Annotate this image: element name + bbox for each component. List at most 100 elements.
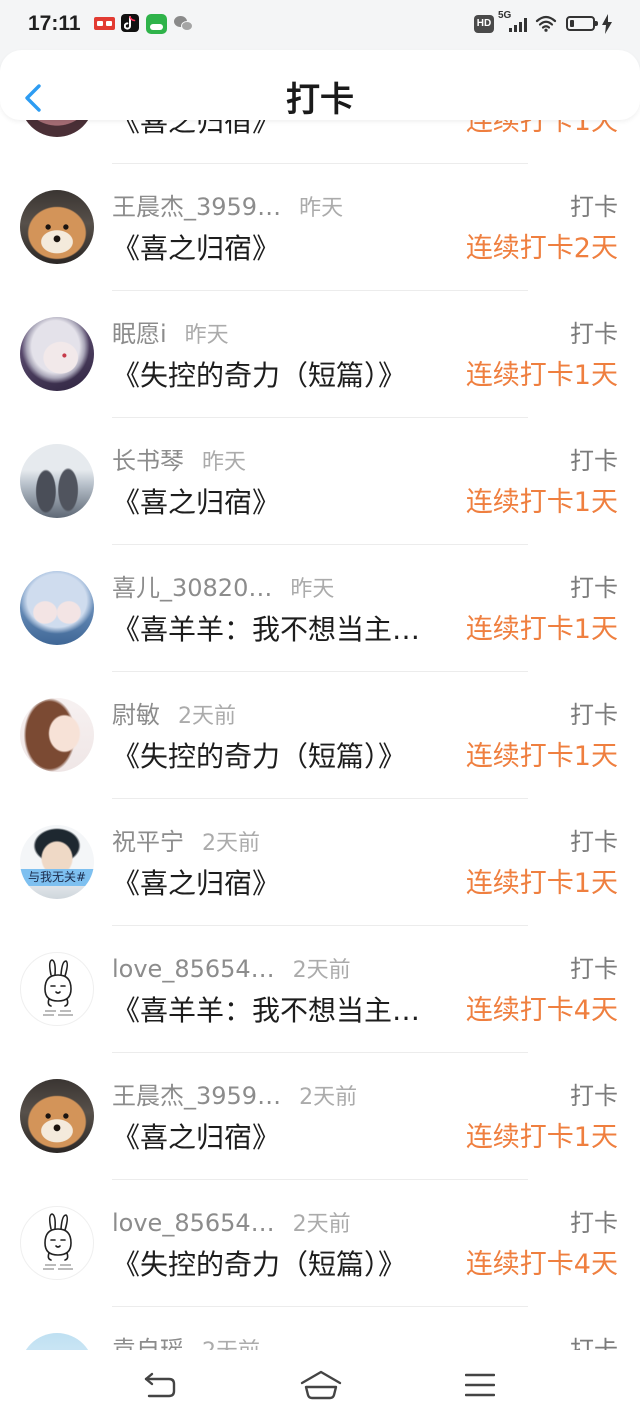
checkin-row[interactable]: love_85654… 2天前 打卡《失控的奇力（短篇）》 连续打卡4天	[0, 1180, 640, 1307]
checkin-time: 2天前	[202, 831, 260, 856]
action-label: 打卡	[570, 1209, 618, 1237]
streak-count: 连续打卡1天	[465, 1122, 618, 1153]
book-title: 《喜之归宿》	[112, 486, 281, 519]
book-title: 《喜之归宿》	[112, 867, 281, 900]
user-meta: 长书琴 昨天	[112, 447, 552, 475]
nav-home-button[interactable]	[281, 1355, 361, 1415]
streak-count: 连续打卡1天	[465, 741, 618, 772]
user-meta: 尉敏 2天前	[112, 701, 552, 729]
nav-menu-button[interactable]	[440, 1355, 520, 1415]
video-app-icon	[146, 14, 167, 34]
checkin-time: 2天前	[299, 1085, 358, 1110]
action-label: 打卡	[570, 1082, 618, 1110]
action-label: 打卡	[570, 193, 618, 221]
streak-count: 连续打卡4天	[465, 1249, 618, 1280]
avatar[interactable]	[20, 317, 94, 391]
checkin-row[interactable]: 眠愿i 昨天 打卡《失控的奇力（短篇）》 连续打卡1天	[0, 291, 640, 418]
action-label: 打卡	[570, 828, 618, 856]
checkin-time: 2天前	[178, 704, 236, 729]
action-label: 打卡	[570, 574, 618, 602]
tiktok-icon	[121, 14, 139, 32]
hd-badge: HD	[474, 15, 494, 33]
header-bar: 打卡	[0, 50, 640, 120]
user-meta: 王晨杰_3959… 昨天	[112, 193, 552, 221]
rabbit-doodle-icon	[43, 1213, 73, 1270]
page-title: 打卡	[286, 80, 354, 120]
book-title: 《失控的奇力（短篇）》	[112, 740, 407, 773]
avatar[interactable]	[20, 698, 94, 772]
user-name: 尉敏	[112, 701, 160, 729]
app-screen: 17:11 HD 5G 打卡 《喜之归宿》 连续打卡1天 王晨杰_3959… 昨…	[0, 0, 640, 1422]
checkin-row[interactable]: 王晨杰_3959… 2天前 打卡《喜之归宿》 连续打卡1天	[0, 1053, 640, 1180]
user-meta: 眠愿i 昨天	[112, 320, 552, 348]
avatar[interactable]	[20, 952, 94, 1026]
checkin-row[interactable]: 长书琴 昨天 打卡 《喜之归宿》 连续打卡1天	[0, 418, 640, 545]
user-meta: 祝平宁 2天前	[112, 828, 552, 856]
checkin-time: 2天前	[202, 1339, 260, 1350]
checkin-row[interactable]: 与我无关# 祝平宁 2天前 打卡《喜之归宿》 连续打卡1天	[0, 799, 640, 926]
music-note-icon	[124, 16, 136, 30]
checkin-time: 昨天	[202, 450, 247, 475]
user-name: 袁自瑶	[112, 1336, 184, 1350]
avatar-caption: 与我无关#	[20, 869, 94, 886]
streak-count: 连续打卡2天	[465, 233, 618, 264]
user-meta: love_85654… 2天前	[112, 955, 552, 983]
avatar[interactable]	[20, 1206, 94, 1280]
user-name: 眠愿i	[112, 320, 167, 348]
checkin-row[interactable]: 王晨杰_3959… 昨天 打卡《喜之归宿》 连续打卡2天	[0, 164, 640, 291]
home-nav-icon	[300, 1370, 342, 1400]
action-label: 打卡	[570, 955, 618, 983]
book-title: 《喜之归宿》	[112, 232, 281, 265]
charging-icon	[602, 14, 612, 34]
user-name: 祝平宁	[112, 828, 184, 856]
user-name: 喜儿_30820…	[112, 574, 273, 602]
action-label: 打卡	[570, 1336, 618, 1350]
checkin-time: 2天前	[292, 958, 351, 983]
book-title: 《喜羊羊：我不想当主…	[112, 613, 421, 646]
clock: 17:11	[28, 12, 81, 35]
news-app-icon	[94, 17, 115, 30]
streak-count: 连续打卡1天	[465, 360, 618, 391]
checkin-row[interactable]: love_85654… 2天前 打卡《喜羊羊：我不想当主… 连续打卡4天	[0, 926, 640, 1053]
user-name: love_85654…	[112, 1209, 275, 1237]
streak-count: 连续打卡1天	[465, 487, 618, 518]
action-label: 打卡	[570, 320, 618, 348]
wechat-icon	[174, 15, 194, 33]
avatar[interactable]	[20, 571, 94, 645]
avatar[interactable]	[20, 190, 94, 264]
avatar[interactable]	[20, 1333, 94, 1350]
book-title: 《失控的奇力（短篇）》	[112, 359, 407, 392]
avatar[interactable]	[20, 444, 94, 518]
nav-back-button[interactable]	[120, 1355, 200, 1415]
book-title: 《失控的奇力（短篇）》	[112, 1248, 407, 1281]
user-meta: 喜儿_30820… 昨天	[112, 574, 552, 602]
action-label: 打卡	[570, 447, 618, 475]
menu-nav-icon	[465, 1373, 495, 1397]
wifi-icon	[535, 15, 557, 32]
battery-icon	[566, 16, 598, 31]
streak-count: 连续打卡4天	[465, 995, 618, 1026]
action-label: 打卡	[570, 701, 618, 729]
streak-count: 连续打卡1天	[465, 614, 618, 645]
checkin-time: 2天前	[292, 1212, 351, 1237]
user-name: love_85654…	[112, 955, 275, 983]
user-meta: 王晨杰_3959… 2天前	[112, 1082, 552, 1110]
rabbit-doodle-icon	[43, 959, 73, 1016]
user-meta: love_85654… 2天前	[112, 1209, 552, 1237]
system-nav-bar	[0, 1350, 640, 1422]
checkin-row[interactable]: 袁自瑶 2天前 打卡	[0, 1307, 640, 1350]
checkin-time: 昨天	[184, 323, 229, 348]
checkin-time: 昨天	[299, 196, 344, 221]
book-title: 《喜羊羊：我不想当主…	[112, 994, 421, 1027]
signal-icon	[509, 18, 527, 32]
checkin-time: 昨天	[290, 577, 335, 602]
avatar[interactable]	[20, 1079, 94, 1153]
back-nav-icon	[144, 1372, 176, 1398]
avatar[interactable]: 与我无关#	[20, 825, 94, 899]
user-name: 长书琴	[112, 447, 184, 475]
book-title: 《喜之归宿》	[112, 1121, 281, 1154]
user-name: 王晨杰_3959…	[112, 1082, 282, 1110]
checkin-row[interactable]: 喜儿_30820… 昨天 打卡《喜羊羊：我不想当主… 连续打卡1天	[0, 545, 640, 672]
checkin-row[interactable]: 尉敏 2天前 打卡《失控的奇力（短篇）》 连续打卡1天	[0, 672, 640, 799]
streak-count: 连续打卡1天	[465, 868, 618, 899]
